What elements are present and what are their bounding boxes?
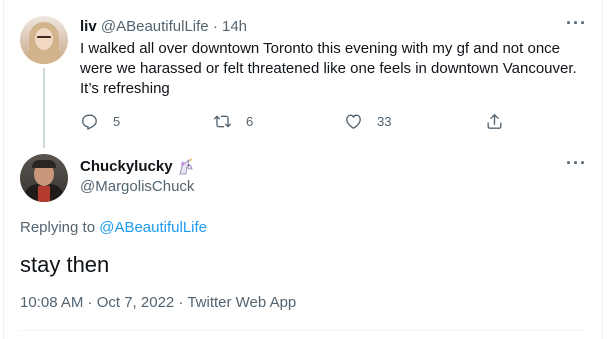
like-count: 33 (377, 113, 392, 129)
parent-tweet[interactable]: liv @ABeautifulLife · 14h ··· I walked a… (0, 0, 607, 148)
tweet-text: stay then (20, 252, 110, 277)
share-button[interactable] (485, 110, 504, 132)
replying-to-link[interactable]: @ABeautifulLife (99, 219, 207, 236)
retweet-button[interactable]: 6 (213, 110, 253, 132)
reply-count: 5 (113, 113, 121, 129)
tweet-header: liv @ABeautifulLife · 14h (80, 18, 247, 36)
more-options-icon[interactable]: ··· (566, 154, 586, 174)
retweet-count: 6 (246, 113, 254, 129)
avatar[interactable] (20, 16, 68, 64)
tweet-actions: 5 6 33 (80, 110, 520, 132)
tweet-timestamp[interactable]: 10:08 AM · Oct 7, 2022 · Twitter Web App (20, 294, 296, 312)
tweet-text: I walked all over downtown Toronto this … (80, 40, 577, 97)
heart-icon (346, 113, 361, 129)
share-icon (487, 113, 502, 129)
author-handle[interactable]: @MargolisChuck (80, 178, 194, 196)
author-handle[interactable]: @ABeautifulLife (101, 18, 209, 35)
like-button[interactable]: 33 (344, 110, 391, 132)
thread-line (43, 68, 45, 148)
unicorn-icon (179, 157, 193, 175)
retweet-icon (213, 115, 232, 127)
author-name[interactable]: liv (80, 18, 97, 35)
replying-prefix: Replying to (20, 219, 96, 236)
divider (20, 330, 586, 331)
author-name[interactable]: Chuckylucky (80, 158, 173, 176)
tweet-time[interactable]: 14h (222, 18, 247, 35)
reply-button[interactable]: 5 (80, 110, 120, 132)
more-options-icon[interactable]: ··· (566, 14, 586, 34)
avatar[interactable] (20, 154, 68, 202)
reply-icon (82, 113, 97, 130)
meta-separator: · (212, 18, 218, 35)
replying-to: Replying to @ABeautifulLife (20, 219, 207, 237)
